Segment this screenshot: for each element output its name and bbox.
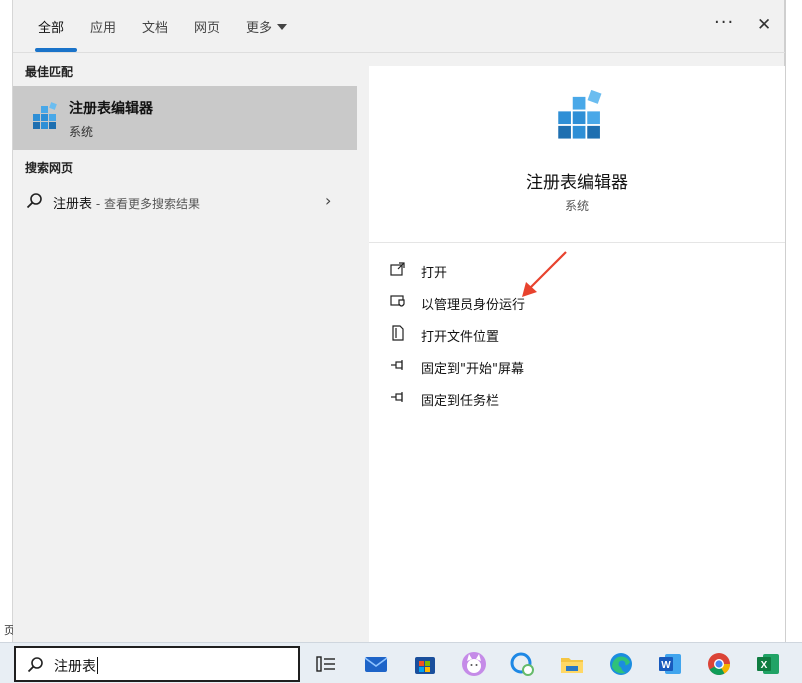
action-pin-to-taskbar-label: 固定到任务栏 xyxy=(421,394,500,409)
edge-icon[interactable] xyxy=(608,651,634,677)
detail-title: 注册表编辑器 xyxy=(526,173,628,193)
action-open-file-location[interactable]: 打开文件位置 xyxy=(389,322,769,346)
svg-text:W: W xyxy=(661,660,671,671)
excel-icon[interactable]: X xyxy=(755,651,781,677)
chevron-right-icon[interactable]: › xyxy=(325,191,331,210)
chevron-down-icon xyxy=(277,24,288,30)
pin-icon xyxy=(391,392,403,402)
action-pin-to-start[interactable]: 固定到"开始"屏幕 xyxy=(389,354,769,378)
web-search-text: 注册表 - 查看更多搜索结果 xyxy=(53,193,200,212)
action-pin-to-start-label: 固定到"开始"屏幕 xyxy=(421,362,524,377)
mail-icon[interactable] xyxy=(363,651,389,677)
action-open-file-location-label: 打开文件位置 xyxy=(421,330,500,345)
file-location-icon xyxy=(392,325,404,341)
pin-icon xyxy=(391,360,403,370)
web-search-header: 搜索网页 xyxy=(25,161,74,175)
open-icon xyxy=(390,262,405,276)
search-input: 注册表 xyxy=(54,656,98,676)
action-open-label: 打开 xyxy=(421,266,448,281)
task-view-icon[interactable] xyxy=(313,651,339,677)
best-match-subtitle: 系统 xyxy=(69,125,94,139)
file-explorer-icon[interactable] xyxy=(559,651,585,677)
chrome-icon[interactable] xyxy=(706,651,732,677)
tab-apps[interactable]: 应用 xyxy=(90,17,116,36)
more-options-icon[interactable]: ··· xyxy=(714,12,734,33)
divider xyxy=(369,242,785,243)
cat-app-icon[interactable] xyxy=(461,651,487,677)
tab-all[interactable]: 全部 xyxy=(38,17,64,36)
detail-subtitle: 系统 xyxy=(564,199,589,213)
best-match-title: 注册表编辑器 xyxy=(69,101,153,117)
background-window-edge-right xyxy=(785,0,802,683)
tab-more[interactable]: 更多 xyxy=(246,17,288,36)
web-search-suffix: - 查看更多搜索结果 xyxy=(92,197,200,211)
tab-documents[interactable]: 文档 xyxy=(142,17,168,36)
action-open[interactable]: 打开 xyxy=(389,258,769,282)
search-input-value: 注册表 xyxy=(54,659,96,675)
registry-editor-icon xyxy=(33,102,57,129)
registry-editor-large-icon xyxy=(558,89,602,139)
web-search-item[interactable]: 注册表 - 查看更多搜索结果 › xyxy=(13,186,357,216)
tab-bar: 全部 应用 文档 网页 更多 ··· ✕ xyxy=(13,0,785,53)
word-icon[interactable]: W xyxy=(657,651,683,677)
action-pin-to-taskbar[interactable]: 固定到任务栏 xyxy=(389,386,769,410)
search-icon xyxy=(26,193,42,209)
store-icon[interactable] xyxy=(412,651,438,677)
active-tab-indicator xyxy=(35,48,77,52)
svg-text:X: X xyxy=(761,660,768,671)
annotation-arrow-icon xyxy=(522,251,567,297)
taskbar: 注册表 W X xyxy=(0,642,802,683)
shield-icon xyxy=(390,295,405,307)
search-icon xyxy=(27,657,43,673)
chat-icon[interactable] xyxy=(509,651,535,677)
best-match-header: 最佳匹配 xyxy=(25,65,74,79)
action-run-as-admin[interactable]: 以管理员身份运行 xyxy=(389,290,769,314)
close-icon[interactable]: ✕ xyxy=(757,15,771,35)
tab-more-label: 更多 xyxy=(246,21,273,36)
search-panel: 全部 应用 文档 网页 更多 ··· ✕ 最佳匹配 注册表编辑器 系统 搜索网页… xyxy=(13,0,785,642)
taskbar-search-box[interactable]: 注册表 xyxy=(14,646,300,682)
action-run-as-admin-label: 以管理员身份运行 xyxy=(421,298,526,313)
background-window-edge xyxy=(0,0,13,683)
web-search-query: 注册表 xyxy=(53,197,93,212)
tab-web[interactable]: 网页 xyxy=(194,17,220,36)
text-cursor xyxy=(97,657,98,674)
best-match-item[interactable]: 注册表编辑器 系统 xyxy=(13,86,357,150)
detail-panel: 注册表编辑器 系统 打开 以管理员身份运行 打开文件位置 固定到"开始"屏幕 固… xyxy=(369,66,785,642)
